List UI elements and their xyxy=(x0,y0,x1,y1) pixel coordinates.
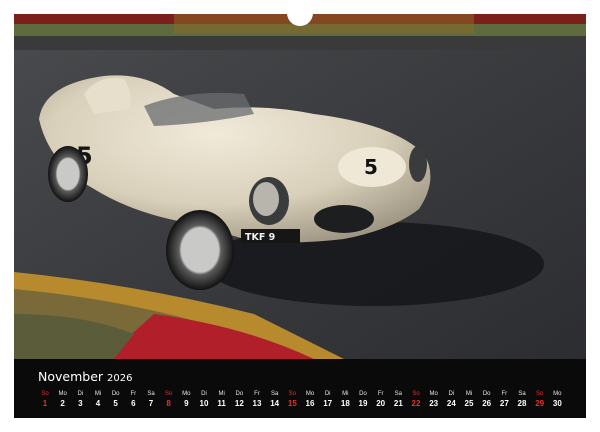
day-cell: Mi 4 xyxy=(89,390,107,410)
day-cell: Do 19 xyxy=(354,390,372,410)
day-number: 22 xyxy=(411,399,421,408)
weekday-label: Do xyxy=(111,391,120,397)
weekday-label: So xyxy=(288,391,296,397)
weekday-label: Fr xyxy=(254,391,260,397)
day-cell: Do 26 xyxy=(478,390,496,410)
day-cell: Fr 6 xyxy=(124,390,142,410)
day-cell: Mi 11 xyxy=(213,390,231,410)
day-number: 23 xyxy=(429,399,439,408)
day-cell: Di 24 xyxy=(442,390,460,410)
weekday-label: Do xyxy=(482,391,491,397)
day-cell: Mo 23 xyxy=(425,390,443,410)
weekday-label: So xyxy=(535,391,544,397)
weekday-label: Mi xyxy=(94,391,102,397)
weekday-label: Do xyxy=(359,391,367,397)
car-number-front: 5 xyxy=(364,155,378,179)
day-cell: So 29 xyxy=(531,390,549,410)
weekday-label: Mo xyxy=(429,391,438,397)
day-cell: Di 3 xyxy=(71,390,89,410)
day-cell: Do 5 xyxy=(107,390,125,410)
year-label: 2026 xyxy=(107,373,133,384)
day-number: 16 xyxy=(305,399,315,408)
day-number: 19 xyxy=(358,399,368,408)
day-cell: Mi 18 xyxy=(336,390,354,410)
weekday-label: Sa xyxy=(270,391,279,397)
day-number: 1 xyxy=(42,399,48,408)
weekday-label: So xyxy=(41,391,49,397)
weekday-label: Fr xyxy=(377,391,384,397)
day-cell: Di 17 xyxy=(319,390,337,410)
month-name: November xyxy=(38,369,104,384)
month-title: November 2026 xyxy=(38,369,132,384)
day-grid: So 1 Mo 2 Di 3 Mi 4 Do 5 Fr 6 Sa 7 So 8 Mo 9 Di 10 Mi 11 Do 12 F… xyxy=(36,390,566,412)
day-number: 20 xyxy=(376,399,386,408)
day-number: 26 xyxy=(482,399,492,408)
weekday-label: Mi xyxy=(218,391,225,397)
day-number: 14 xyxy=(270,399,280,408)
day-number: 3 xyxy=(78,399,83,408)
day-cell: So 15 xyxy=(283,390,301,410)
weekday-label: Sa xyxy=(147,391,155,397)
day-number: 12 xyxy=(234,399,244,408)
day-number: 10 xyxy=(199,399,209,408)
day-cell: Mo 16 xyxy=(301,390,319,410)
day-number: 28 xyxy=(517,399,527,408)
day-number: 7 xyxy=(148,399,154,408)
day-number: 30 xyxy=(552,399,562,408)
day-cell: Fr 27 xyxy=(495,390,513,410)
day-cell: So 22 xyxy=(407,390,425,410)
day-number: 24 xyxy=(446,399,456,408)
day-number: 9 xyxy=(184,399,189,408)
calendar-strip: November 2026 So 1 Mo 2 Di 3 Mi 4 Do 5 Fr 6 Sa 7 So 8 Mo 9… xyxy=(14,359,586,418)
day-cell: Mo 2 xyxy=(54,390,72,410)
day-cell: Mo 30 xyxy=(548,390,566,410)
day-cell: So 1 xyxy=(36,390,54,410)
day-number: 5 xyxy=(113,399,118,408)
weekday-label: So xyxy=(412,391,420,397)
day-cell: Do 12 xyxy=(230,390,248,410)
weekday-label: Mi xyxy=(465,391,473,397)
day-cell: Sa 28 xyxy=(513,390,531,410)
day-number: 25 xyxy=(464,399,474,408)
weekday-label: Fr xyxy=(501,391,508,397)
weekday-label: Di xyxy=(324,391,331,397)
day-number: 15 xyxy=(287,399,297,408)
day-cell: Mo 9 xyxy=(177,390,195,410)
day-cell: Fr 13 xyxy=(248,390,266,410)
number-plate: TKF 9 xyxy=(245,232,275,243)
weekday-label: Mo xyxy=(182,391,191,397)
weekday-label: Di xyxy=(201,391,207,397)
day-cell: Di 10 xyxy=(195,390,213,410)
day-cell: Sa 14 xyxy=(266,390,284,410)
calendar-page: 5 5 TKF 9 November 2026 So 1 Mo 2 Di 3 Mi 4 Do 5 Fr… xyxy=(14,14,586,418)
day-number: 4 xyxy=(95,399,101,408)
weekday-label: Sa xyxy=(518,391,526,397)
weekday-label: Sa xyxy=(394,391,402,397)
day-number: 8 xyxy=(166,399,171,408)
day-cell: So 8 xyxy=(160,390,178,410)
race-car-photo: 5 5 TKF 9 xyxy=(14,14,586,359)
day-cell: Fr 20 xyxy=(372,390,390,410)
day-cell: Sa 7 xyxy=(142,390,160,410)
weekday-label: So xyxy=(164,391,173,397)
weekday-label: Fr xyxy=(130,391,137,397)
day-number: 2 xyxy=(60,399,65,408)
day-number: 29 xyxy=(535,399,545,408)
weekday-label: Mo xyxy=(305,391,315,397)
weekday-label: Mi xyxy=(342,391,349,397)
weekday-label: Mo xyxy=(553,391,562,397)
day-cell: Mi 25 xyxy=(460,390,478,410)
day-number: 17 xyxy=(323,399,333,408)
day-number: 13 xyxy=(252,399,262,408)
weekday-label: Di xyxy=(448,391,455,397)
day-number: 21 xyxy=(393,399,403,408)
weekday-label: Di xyxy=(77,391,84,397)
day-number: 11 xyxy=(217,399,226,408)
weekday-label: Mo xyxy=(58,391,67,397)
weekday-label: Do xyxy=(235,391,244,397)
day-number: 27 xyxy=(499,399,509,408)
day-number: 18 xyxy=(340,399,350,408)
day-number: 6 xyxy=(131,399,136,408)
day-cell: Sa 21 xyxy=(389,390,407,410)
